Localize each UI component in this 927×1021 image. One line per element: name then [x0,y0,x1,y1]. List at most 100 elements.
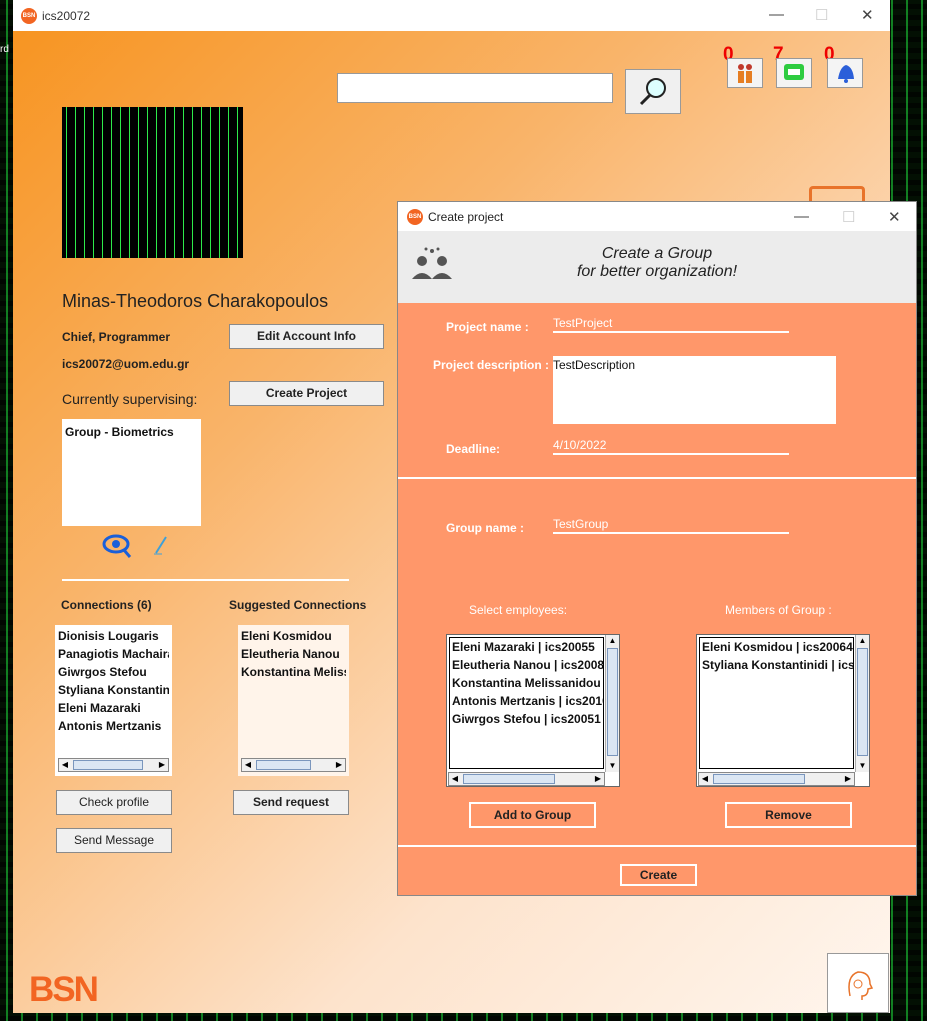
list-item[interactable]: Giwrgos Stefou | ics20051 [450,710,603,728]
scroll-down-icon[interactable]: ▼ [606,760,619,772]
list-item[interactable]: Giwrgos Stefou [58,663,169,681]
scroll-right-icon[interactable]: ▶ [592,773,604,785]
list-item[interactable]: Eleni Kosmidou | ics20064 [700,638,853,656]
scroll-thumb[interactable] [607,648,618,756]
close-icon[interactable]: ✕ [861,6,874,24]
list-item[interactable]: Eleni Kosmidou [241,627,346,645]
horizontal-scrollbar[interactable]: ◀ ▶ [448,772,605,786]
list-item[interactable]: Panagiotis Machaira [58,645,169,663]
main-titlebar: BSN ics20072 — ☐ ✕ [13,0,890,31]
list-item[interactable]: Dionisis Lougaris [58,627,169,645]
list-item[interactable]: Group - Biometrics [62,419,201,445]
scroll-up-icon[interactable]: ▲ [606,635,619,647]
scroll-thumb[interactable] [857,648,868,756]
view-group-icon[interactable] [102,530,134,560]
maximize-icon[interactable]: ☐ [842,208,855,226]
members-label: Members of Group : [725,603,832,617]
bell-icon [838,65,854,83]
window-title: ics20072 [42,9,91,23]
maximize-icon[interactable]: ☐ [815,6,828,24]
create-button[interactable]: Create [620,864,697,886]
scroll-up-icon[interactable]: ▲ [856,635,869,647]
deadline-input[interactable]: 4/10/2022 [553,438,789,455]
scroll-right-icon[interactable]: ▶ [842,773,854,785]
assistant-button[interactable] [827,953,889,1013]
scroll-left-icon[interactable]: ◀ [699,773,711,785]
vertical-scrollbar[interactable]: ▲ ▼ [855,635,869,772]
check-profile-button[interactable]: Check profile [56,790,172,815]
search-input[interactable] [337,73,613,103]
profile-role: Chief, Programmer [62,330,171,344]
suggested-label: Suggested Connections [229,598,367,612]
list-item[interactable]: Antonis Mertzanis [58,717,169,735]
header-line-1: Create a Group [601,245,713,262]
minimize-icon[interactable]: — [794,208,809,225]
deadline-label: Deadline: [446,442,501,456]
list-item[interactable]: Eleni Mazaraki | ics20055 [450,638,603,656]
suggested-list[interactable]: Eleni Kosmidou Eleutheria Nanou Konstant… [238,625,349,776]
scroll-right-icon[interactable]: ▶ [333,759,345,771]
supervising-label: Currently supervising: [62,391,198,407]
profile-picture [62,107,243,258]
vertical-scrollbar[interactable]: ▲ ▼ [605,635,619,772]
description-textarea[interactable]: TestDescription [553,356,836,424]
scroll-down-icon[interactable]: ▼ [856,760,869,772]
scroll-thumb[interactable] [256,760,311,770]
brand-logo: BSN [29,970,99,1009]
remove-button[interactable]: Remove [725,802,852,828]
send-request-button[interactable]: Send request [233,790,349,815]
horizontal-scrollbar[interactable]: ◀ ▶ [58,758,169,772]
list-item[interactable]: Styliana Konstantinidi | ics2 [700,656,853,674]
horizontal-scrollbar[interactable]: ◀ ▶ [698,772,855,786]
profile-email: ics20072@uom.edu.gr [62,357,190,371]
close-icon[interactable]: ✕ [888,208,901,226]
scroll-thumb[interactable] [73,760,143,770]
notifications-button[interactable] [827,58,863,88]
scroll-left-icon[interactable]: ◀ [242,759,254,771]
create-project-button[interactable]: Create Project [229,381,384,406]
scroll-thumb[interactable] [713,774,805,784]
list-item[interactable]: Eleutheria Nanou | ics20085 [450,656,603,674]
messages-button[interactable] [776,58,812,88]
send-message-button[interactable]: Send Message [56,828,172,853]
project-name-input[interactable]: TestProject [553,316,789,333]
list-item[interactable]: Konstantina Meliss [241,663,346,681]
employees-list[interactable]: Eleni Mazaraki | ics20055 Eleutheria Nan… [446,634,620,787]
connections-list[interactable]: Dionisis Lougaris Panagiotis Machaira Gi… [55,625,172,776]
minimize-icon[interactable]: — [769,6,784,23]
edit-account-button[interactable]: Edit Account Info [229,324,384,349]
list-item[interactable]: Konstantina Melissanidou | [450,674,603,692]
edit-pencil-icon[interactable] [152,534,170,556]
select-employees-label: Select employees: [469,603,568,617]
search-icon [639,78,666,106]
list-item[interactable]: Eleni Mazaraki [58,699,169,717]
group-name-input[interactable]: TestGroup [553,517,789,534]
app-logo-icon: BSN [21,8,37,24]
list-item[interactable]: Styliana Konstantini [58,681,169,699]
profile-name: Minas-Theodoros Charakopoulos [62,291,329,311]
scroll-thumb[interactable] [463,774,555,784]
dialog-header: Create a Group for better organization! [398,231,916,303]
list-item[interactable]: Antonis Mertzanis | ics2010 [450,692,603,710]
create-project-dialog: BSN Create project — ☐ ✕ Create a Group … [397,201,917,896]
dialog-title: Create project [428,210,504,224]
scroll-left-icon[interactable]: ◀ [59,759,71,771]
divider [398,477,916,479]
assistant-head-icon [848,971,874,1000]
app-logo-icon: BSN [407,209,423,225]
scroll-left-icon[interactable]: ◀ [449,773,461,785]
desktop-side-text: rd [0,44,9,55]
divider [62,579,349,581]
scroll-right-icon[interactable]: ▶ [156,759,168,771]
connections-label: Connections (6) [61,598,152,612]
friends-button[interactable] [727,58,763,88]
message-icon [784,64,804,80]
dialog-titlebar: BSN Create project — ☐ ✕ [398,202,916,231]
supervising-list[interactable]: Group - Biometrics [62,419,201,526]
list-item[interactable]: Eleutheria Nanou [241,645,346,663]
add-to-group-button[interactable]: Add to Group [469,802,596,828]
members-list[interactable]: Eleni Kosmidou | ics20064 Styliana Konst… [696,634,870,787]
search-button[interactable] [625,69,681,114]
horizontal-scrollbar[interactable]: ◀ ▶ [241,758,346,772]
divider [398,845,916,847]
